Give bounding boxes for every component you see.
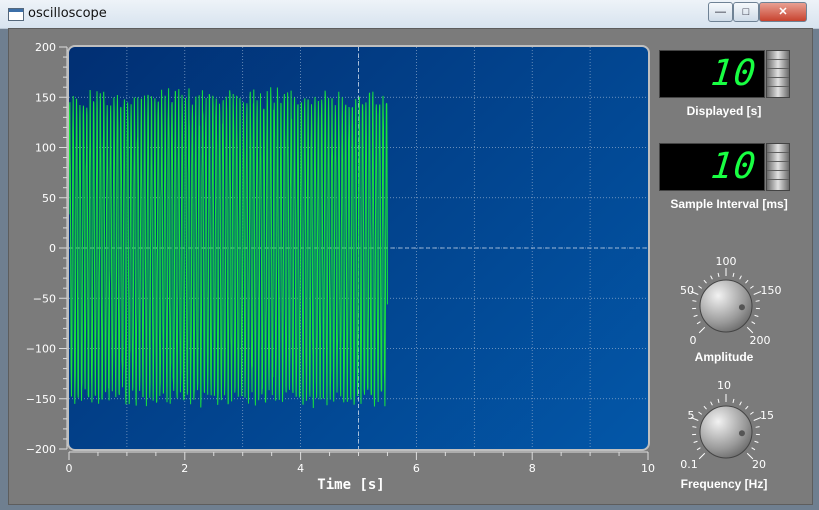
knob-tick: [698, 452, 706, 460]
main-panel: 200 150 100 50 0 −50 −100 −150 −200 0 2 4 6 8 10 Time…: [8, 28, 813, 505]
plot-canvas[interactable]: [67, 45, 650, 451]
knob-tick: [745, 279, 749, 284]
close-button[interactable]: ✕: [759, 2, 807, 22]
amplitude-scale-0: 0: [690, 334, 697, 347]
amplitude-scale-200: 200: [750, 334, 771, 347]
minimize-button[interactable]: —: [708, 2, 733, 22]
amplitude-scale-100: 100: [716, 255, 737, 268]
x-tick-label: 0: [66, 462, 73, 475]
x-tick-label: 2: [181, 462, 188, 475]
y-tick-label: −50: [33, 292, 56, 305]
y-tick-label: 0: [49, 242, 56, 255]
frequency-knob[interactable]: 0.1 5 10 15 20: [661, 377, 791, 477]
knob-tick: [698, 285, 703, 289]
knob-tick: [693, 314, 698, 317]
y-tick-label: 150: [35, 91, 56, 104]
frequency-indicator: [738, 430, 745, 437]
amplitude-scale-50: 50: [680, 284, 694, 297]
frequency-scale-0.1: 0.1: [680, 458, 698, 471]
sample-interval-lcd: 10: [659, 143, 765, 191]
displayed-wheel[interactable]: [766, 50, 790, 98]
knob-tick: [696, 447, 701, 451]
x-tick-label: 4: [297, 462, 304, 475]
knob-tick: [692, 426, 697, 428]
frequency-scale-5: 5: [688, 409, 695, 422]
knob-tick: [749, 285, 754, 289]
x-tick-label: 10: [641, 462, 655, 475]
maximize-button[interactable]: □: [733, 2, 759, 22]
frequency-scale-15: 15: [760, 409, 774, 422]
knob-tick: [751, 447, 756, 451]
y-tick-label: −100: [26, 343, 56, 356]
knob-tick: [754, 314, 759, 317]
oscilloscope-window: oscilloscope — □ ✕ 200 150 100 50 0 −50 −100 −1…: [0, 0, 819, 510]
frequency-scale-10: 10: [717, 379, 731, 392]
knob-tick: [717, 272, 720, 277]
knob-tick: [710, 401, 713, 406]
displayed-lcd: 10: [659, 50, 765, 98]
knob-tick: [745, 405, 749, 410]
sample-interval-wheel[interactable]: [766, 143, 790, 191]
plot-svg: [69, 47, 648, 449]
y-tick-label: −150: [26, 393, 56, 406]
amplitude-knob-group: 0 50 100 150 200: [661, 251, 791, 351]
y-tick-label: 200: [35, 41, 56, 54]
displayed-value: 10: [708, 53, 759, 94]
amplitude-label: Amplitude: [694, 350, 754, 364]
frequency-label: Frequency [Hz]: [680, 477, 768, 491]
knob-tick: [746, 326, 754, 334]
frequency-scale-20: 20: [752, 458, 766, 471]
knob-tick: [749, 411, 754, 415]
knob-tick: [696, 321, 701, 325]
knob-tick: [732, 272, 735, 277]
knob-tick: [703, 279, 707, 284]
window-title: oscilloscope: [28, 6, 107, 21]
knob-tick: [751, 321, 756, 325]
knob-tick: [732, 398, 735, 403]
knob-tick: [755, 300, 760, 302]
x-axis: 0 2 4 6 8 10: [66, 451, 655, 475]
knob-tick: [739, 401, 742, 406]
knob-tick: [739, 275, 742, 280]
title-bar: oscilloscope — □ ✕: [0, 0, 819, 29]
y-tick-label: 50: [42, 192, 56, 205]
amplitude-indicator: [738, 304, 745, 311]
frequency-knob-group: 0.1 5 10 15 20: [661, 377, 791, 477]
x-axis-label: Time [s]: [317, 477, 384, 493]
displayed-label: Displayed [s]: [686, 104, 762, 118]
knob-tick: [710, 275, 713, 280]
y-axis: 200 150 100 50 0 −50 −100 −150 −200: [26, 41, 68, 456]
y-tick-label: −200: [26, 443, 56, 456]
knob-tick: [754, 440, 759, 443]
x-tick-label: 8: [529, 462, 536, 475]
amplitude-scale-150: 150: [761, 284, 782, 297]
knob-tick: [703, 405, 707, 410]
knob-tick: [717, 398, 720, 403]
app-icon: [8, 8, 24, 21]
knob-tick: [693, 440, 698, 443]
knob-tick: [698, 326, 706, 334]
knob-tick: [692, 300, 697, 302]
x-tick-label: 6: [413, 462, 420, 475]
y-tick-label: 100: [35, 142, 56, 155]
sample-interval-label: Sample Interval [ms]: [670, 197, 788, 211]
knob-tick: [698, 411, 703, 415]
sample-interval-value: 10: [708, 146, 759, 187]
knob-tick: [755, 426, 760, 428]
amplitude-knob[interactable]: 0 50 100 150 200: [661, 251, 791, 351]
